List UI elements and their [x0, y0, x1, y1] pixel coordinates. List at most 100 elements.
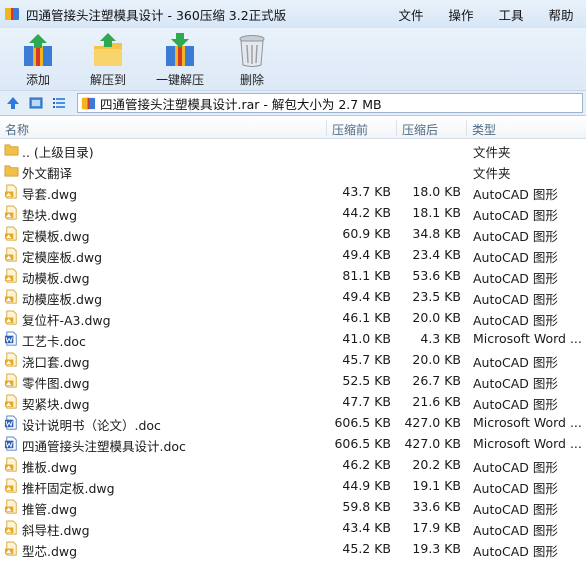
- file-type: AutoCAD 图形: [473, 481, 558, 496]
- menu-file[interactable]: 文件: [386, 5, 436, 24]
- file-row[interactable]: 复位杆-A3.dwg 46.1 KB 20.0 KB AutoCAD 图形: [0, 307, 586, 328]
- file-compressed-size: 52.5 KB: [342, 373, 391, 388]
- app-logo-icon: [5, 8, 19, 20]
- file-name: 定模板.dwg: [22, 229, 90, 244]
- file-packed-size: 17.9 KB: [412, 520, 461, 535]
- dwg-file-icon: [4, 247, 17, 262]
- add-label: 添加: [25, 73, 50, 87]
- file-name: 外文翻译: [22, 166, 73, 181]
- dwg-file-icon: [4, 310, 17, 325]
- column-compressed[interactable]: 压缩前: [332, 121, 368, 138]
- file-compressed-size: 60.9 KB: [342, 226, 391, 241]
- add-button[interactable]: 添加: [3, 28, 73, 90]
- column-divider[interactable]: [326, 120, 327, 136]
- file-row[interactable]: 型芯.dwg 45.2 KB 19.3 KB AutoCAD 图形: [0, 538, 586, 559]
- dwg-file-icon: [4, 226, 17, 241]
- one-click-extract-label: 一键解压: [155, 73, 204, 87]
- menu-help[interactable]: 帮助: [536, 5, 586, 24]
- dwg-file-icon: [4, 205, 17, 220]
- file-packed-size: 26.7 KB: [412, 373, 461, 388]
- dwg-file-icon: [4, 541, 17, 556]
- file-type: AutoCAD 图形: [473, 313, 558, 328]
- file-type: Microsoft Word ...: [473, 331, 582, 346]
- file-type: AutoCAD 图形: [473, 229, 558, 244]
- word-doc-icon: [4, 331, 17, 346]
- file-name: 动模座板.dwg: [22, 292, 103, 307]
- file-row[interactable]: 推板.dwg 46.2 KB 20.2 KB AutoCAD 图形: [0, 454, 586, 475]
- window-title: 四通管接头注塑模具设计 - 360压缩 3.2正式版: [26, 7, 287, 23]
- file-row[interactable]: 浇口套.dwg 45.7 KB 20.0 KB AutoCAD 图形: [0, 349, 586, 370]
- file-row[interactable]: 定模板.dwg 60.9 KB 34.8 KB AutoCAD 图形: [0, 223, 586, 244]
- file-type: AutoCAD 图形: [473, 376, 558, 391]
- file-type: AutoCAD 图形: [473, 397, 558, 412]
- file-packed-size: 23.4 KB: [412, 247, 461, 262]
- file-packed-size: 53.6 KB: [412, 268, 461, 283]
- file-row[interactable]: 动模板.dwg 81.1 KB 53.6 KB AutoCAD 图形: [0, 265, 586, 286]
- dwg-file-icon: [4, 289, 17, 304]
- menu-tools[interactable]: 工具: [486, 5, 536, 24]
- file-type: Microsoft Word ...: [473, 436, 582, 451]
- file-type: AutoCAD 图形: [473, 502, 558, 517]
- column-type[interactable]: 类型: [472, 121, 496, 138]
- file-packed-size: 19.1 KB: [412, 478, 461, 493]
- list-view-icon[interactable]: [49, 93, 69, 113]
- file-row[interactable]: 契紧块.dwg 47.7 KB 21.6 KB AutoCAD 图形: [0, 391, 586, 412]
- column-header: 名称 压缩前 压缩后 类型: [0, 117, 586, 139]
- file-packed-size: 23.5 KB: [412, 289, 461, 304]
- file-name: 契紧块.dwg: [22, 397, 90, 412]
- file-row[interactable]: 设计说明书（论文）.doc 606.5 KB 427.0 KB Microsoft W…: [0, 412, 586, 433]
- file-row[interactable]: 外文翻译 文件夹: [0, 160, 586, 181]
- file-compressed-size: 46.2 KB: [342, 457, 391, 472]
- file-compressed-size: 81.1 KB: [342, 268, 391, 283]
- file-row[interactable]: 定模座板.dwg 49.4 KB 23.4 KB AutoCAD 图形: [0, 244, 586, 265]
- dwg-file-icon: [4, 478, 17, 493]
- file-compressed-size: 45.7 KB: [342, 352, 391, 367]
- column-name[interactable]: 名称: [5, 121, 29, 138]
- menu-operations[interactable]: 操作: [436, 5, 486, 24]
- file-compressed-size: 606.5 KB: [334, 436, 391, 451]
- file-packed-size: 18.1 KB: [412, 205, 461, 220]
- file-row[interactable]: 动模座板.dwg 49.4 KB 23.5 KB AutoCAD 图形: [0, 286, 586, 307]
- file-name: 导套.dwg: [22, 187, 78, 202]
- file-compressed-size: 59.8 KB: [342, 499, 391, 514]
- file-row[interactable]: 工艺卡.doc 41.0 KB 4.3 KB Microsoft Word ...: [0, 328, 586, 349]
- column-divider[interactable]: [396, 120, 397, 136]
- file-row[interactable]: 推管.dwg 59.8 KB 33.6 KB AutoCAD 图形: [0, 496, 586, 517]
- column-original[interactable]: 压缩后: [402, 121, 438, 138]
- delete-button[interactable]: 删除: [217, 28, 287, 90]
- one-click-extract-button[interactable]: 一键解压: [143, 28, 217, 90]
- file-packed-size: 21.6 KB: [412, 394, 461, 409]
- up-arrow-icon[interactable]: [3, 93, 23, 113]
- file-compressed-size: 45.2 KB: [342, 541, 391, 556]
- file-name: 四通管接头注塑模具设计.doc: [22, 439, 186, 454]
- title-bar: 四通管接头注塑模具设计 - 360压缩 3.2正式版 文件 操作 工具 帮助: [0, 0, 586, 28]
- file-type: 文件夹: [473, 145, 511, 160]
- file-type: AutoCAD 图形: [473, 355, 558, 370]
- file-name: 复位杆-A3.dwg: [22, 313, 111, 328]
- file-name: 垫块.dwg: [22, 208, 78, 223]
- file-row[interactable]: 垫块.dwg 44.2 KB 18.1 KB AutoCAD 图形: [0, 202, 586, 223]
- file-packed-size: 427.0 KB: [404, 436, 461, 451]
- file-name: 斜导柱.dwg: [22, 523, 90, 538]
- file-row[interactable]: 导套.dwg 43.7 KB 18.0 KB AutoCAD 图形: [0, 181, 586, 202]
- file-name: 定模座板.dwg: [22, 250, 103, 265]
- file-row[interactable]: .. (上级目录) 文件夹: [0, 139, 586, 160]
- word-doc-icon: [4, 415, 17, 430]
- file-compressed-size: 44.9 KB: [342, 478, 391, 493]
- file-row[interactable]: 推杆固定板.dwg 44.9 KB 19.1 KB AutoCAD 图形: [0, 475, 586, 496]
- extract-to-button[interactable]: 解压到: [73, 28, 143, 90]
- dwg-file-icon: [4, 499, 17, 514]
- path-field[interactable]: 四通管接头注塑模具设计.rar - 解包大小为 2.7 MB: [77, 93, 583, 113]
- column-divider[interactable]: [466, 120, 467, 136]
- file-row[interactable]: 斜导柱.dwg 43.4 KB 17.9 KB AutoCAD 图形: [0, 517, 586, 538]
- file-row[interactable]: 零件图.dwg 52.5 KB 26.7 KB AutoCAD 图形: [0, 370, 586, 391]
- file-compressed-size: 49.4 KB: [342, 289, 391, 304]
- file-type: AutoCAD 图形: [473, 523, 558, 538]
- file-type: AutoCAD 图形: [473, 544, 558, 559]
- thumbnail-view-icon[interactable]: [26, 93, 46, 113]
- dwg-file-icon: [4, 184, 17, 199]
- one-click-extract-icon: [166, 33, 194, 66]
- file-row[interactable]: 四通管接头注塑模具设计.doc 606.5 KB 427.0 KB Microsoft…: [0, 433, 586, 454]
- dwg-file-icon: [4, 394, 17, 409]
- file-compressed-size: 41.0 KB: [342, 331, 391, 346]
